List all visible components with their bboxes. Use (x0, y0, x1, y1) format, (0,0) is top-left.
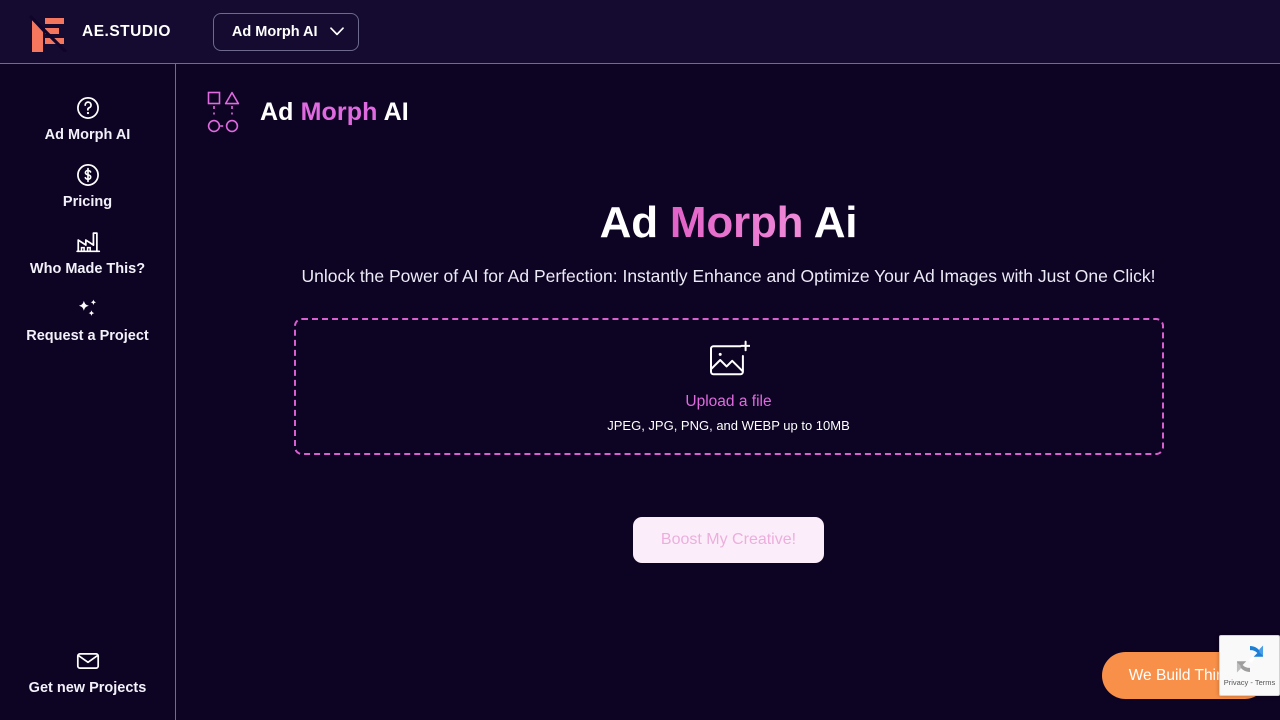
sidebar-item-get-new-projects[interactable]: Get new Projects (0, 639, 176, 706)
hero-section: Ad Morph Ai Unlock the Power of AI for A… (177, 198, 1280, 564)
sidebar-item-label: Ad Morph AI (44, 127, 131, 143)
hero-subtitle: Unlock the Power of AI for Ad Perfection… (301, 266, 1156, 287)
image-plus-icon (708, 340, 750, 380)
sidebar-item-label: Request a Project (26, 327, 149, 344)
app-selector-label: Ad Morph AI (231, 23, 318, 40)
hero-title-accent: Morph (669, 198, 804, 247)
upload-primary-text: Upload a file (685, 393, 772, 411)
envelope-icon (75, 648, 101, 674)
page-title: Ad Morph AI (260, 98, 409, 127)
chevron-down-icon (329, 27, 344, 36)
app-selector-dropdown[interactable]: Ad Morph AI (212, 12, 359, 51)
sidebar-item-pricing[interactable]: Pricing (0, 153, 176, 220)
app-root: AE.STUDIO Ad Morph AI Ad Morph AI Pricin… (0, 0, 1280, 720)
main-content: Ad Morph AI Ad Morph Ai Unlock the Power… (177, 64, 1280, 720)
upload-formats-text: JPEG, JPG, PNG, and WEBP up to 10MB (607, 418, 850, 434)
recaptcha-privacy-terms[interactable]: Privacy - Terms (1224, 678, 1276, 687)
file-upload-dropzone[interactable]: Upload a file JPEG, JPG, PNG, and WEBP u… (293, 318, 1164, 456)
sidebar-item-label: Pricing (62, 193, 113, 210)
hero-title-part2: Ai (803, 198, 858, 247)
brand-name: AE.STUDIO (82, 22, 171, 40)
sidebar-item-who-made-this[interactable]: Who Made This? (0, 220, 176, 287)
hero-title-part1: Ad (599, 198, 670, 247)
page-title-part2: AI (377, 97, 409, 126)
sparkles-icon (75, 296, 101, 322)
ae-studio-logo-icon (28, 12, 68, 52)
page-header: Ad Morph AI (177, 64, 1280, 134)
hero-title: Ad Morph Ai (599, 198, 858, 247)
dollar-circle-icon (75, 162, 101, 188)
morph-shapes-icon (206, 90, 240, 134)
recaptcha-icon (1232, 641, 1268, 677)
sidebar-item-request-a-project[interactable]: Request a Project (0, 287, 176, 354)
page-title-accent: Morph (300, 97, 378, 126)
boost-my-creative-button[interactable]: Boost My Creative! (633, 517, 824, 564)
question-circle-icon (75, 95, 101, 121)
sidebar-item-ad-morph-ai[interactable]: Ad Morph AI (0, 86, 176, 153)
factory-icon (75, 229, 101, 255)
sidebar-item-label: Who Made This? (29, 260, 146, 277)
page-title-part1: Ad (260, 97, 301, 126)
recaptcha-badge[interactable]: Privacy - Terms (1219, 635, 1280, 696)
sidebar-item-label: Get new Projects (28, 680, 147, 697)
top-bar: AE.STUDIO Ad Morph AI (0, 0, 1280, 64)
brand[interactable]: AE.STUDIO (28, 12, 171, 52)
sidebar: Ad Morph AI Pricing Who Made This? Reque… (0, 64, 176, 720)
